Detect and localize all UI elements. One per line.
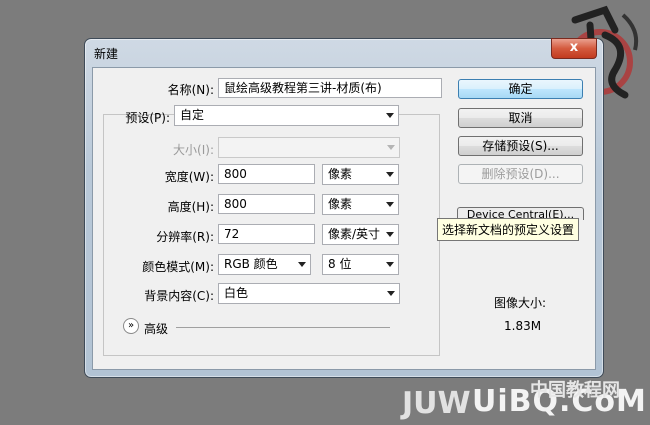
chevron-down-icon bbox=[386, 113, 394, 118]
bit-depth-select[interactable]: 8 位 bbox=[322, 254, 399, 275]
name-input[interactable]: 鼠绘高级教程第三讲-材质(布) bbox=[218, 78, 442, 98]
chevron-down-icon bbox=[386, 202, 394, 207]
bit-depth-value: 8 位 bbox=[328, 257, 352, 271]
chevron-down-icon bbox=[298, 262, 306, 267]
width-input[interactable]: 800 bbox=[218, 164, 315, 184]
color-mode-select[interactable]: RGB 颜色 bbox=[218, 254, 311, 275]
close-button[interactable]: x bbox=[551, 38, 597, 59]
resolution-unit-value: 像素/英寸 bbox=[328, 227, 381, 241]
image-size-value: 1.83M bbox=[504, 319, 542, 333]
color-mode-value: RGB 颜色 bbox=[224, 257, 278, 271]
save-preset-button[interactable]: 存储预设(S)... bbox=[458, 136, 583, 156]
image-size-label: 图像大小: bbox=[494, 296, 547, 310]
height-input[interactable]: 800 bbox=[218, 194, 315, 214]
resolution-input[interactable]: 72 bbox=[218, 224, 315, 244]
background-select[interactable]: 白色 bbox=[218, 283, 400, 304]
preset-value: 自定 bbox=[180, 108, 205, 122]
color-mode-label: 颜色模式(M): bbox=[142, 260, 214, 274]
preset-label: 预设(P): bbox=[125, 111, 170, 125]
chevron-down-icon bbox=[386, 232, 394, 237]
advanced-divider bbox=[176, 327, 390, 328]
chevron-down-icon bbox=[386, 172, 394, 177]
background-label: 背景内容(C): bbox=[144, 289, 214, 303]
size-select bbox=[218, 137, 400, 158]
height-unit-select[interactable]: 像素 bbox=[322, 194, 399, 215]
width-unit-select[interactable]: 像素 bbox=[322, 164, 399, 185]
delete-preset-button: 删除预设(D)... bbox=[458, 164, 583, 184]
titlebar[interactable]: 新建 x bbox=[85, 38, 603, 67]
resolution-unit-select[interactable]: 像素/英寸 bbox=[322, 224, 399, 245]
chevron-down-icon bbox=[387, 291, 395, 296]
close-icon: x bbox=[569, 40, 579, 55]
preset-select[interactable]: 自定 bbox=[174, 105, 399, 126]
dialog-title: 新建 bbox=[94, 47, 119, 61]
watermark-left: JUW bbox=[402, 386, 471, 421]
expand-advanced-icon[interactable]: » bbox=[123, 318, 139, 334]
height-unit-value: 像素 bbox=[328, 197, 353, 211]
ok-button[interactable]: 确定 bbox=[458, 79, 583, 99]
advanced-label[interactable]: 高级 bbox=[144, 320, 168, 337]
chevron-down-icon bbox=[387, 145, 395, 150]
size-label: 大小(I): bbox=[173, 143, 214, 157]
background-value: 白色 bbox=[224, 286, 249, 300]
resolution-label: 分辨率(R): bbox=[156, 230, 214, 244]
watermark-cn: 中国教程网 bbox=[530, 380, 620, 401]
preset-tooltip: 选择新文档的预定义设置 bbox=[437, 218, 580, 241]
chevron-down-icon bbox=[386, 262, 394, 267]
width-label: 宽度(W): bbox=[164, 170, 214, 184]
name-label: 名称(N): bbox=[167, 83, 214, 97]
width-unit-value: 像素 bbox=[328, 167, 353, 181]
height-label: 高度(H): bbox=[167, 200, 214, 214]
cancel-button[interactable]: 取消 bbox=[458, 108, 583, 128]
